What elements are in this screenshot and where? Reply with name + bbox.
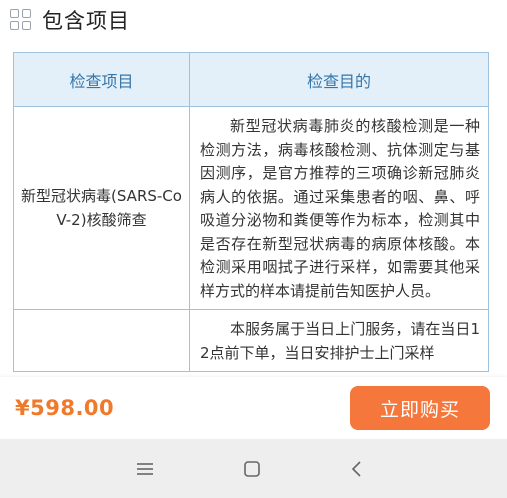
item-purpose: 新型冠状病毒肺炎的核酸检测是一种检测方法，病毒核酸检测、抗体测定与基因测序，是官… bbox=[189, 106, 489, 310]
system-nav-bar bbox=[0, 439, 507, 498]
items-table-container[interactable]: 检查项目 检查目的 新型冠状病毒(SARS-CoV-2)核酸筛查 新型冠状病毒肺… bbox=[13, 52, 491, 377]
table-header-row: 检查项目 检查目的 bbox=[13, 52, 489, 107]
buy-now-button[interactable]: 立即购买 bbox=[350, 386, 490, 430]
home-button[interactable] bbox=[222, 439, 282, 498]
purchase-bar: ¥598.00 立即购买 bbox=[0, 377, 507, 439]
section-title: 包含项目 bbox=[42, 9, 130, 33]
item-name: 新型冠状病毒(SARS-CoV-2)核酸筛查 bbox=[13, 106, 190, 310]
back-icon bbox=[351, 460, 361, 477]
back-button[interactable] bbox=[327, 439, 387, 498]
items-table: 检查项目 检查目的 新型冠状病毒(SARS-CoV-2)核酸筛查 新型冠状病毒肺… bbox=[13, 52, 489, 372]
price-label: ¥598.00 bbox=[15, 396, 115, 420]
column-header-purpose: 检查目的 bbox=[189, 52, 489, 107]
section-header: 包含项目 bbox=[0, 0, 507, 40]
item-purpose: 本服务属于当日上门服务，请在当日12点前下单，当日安排护士上门采样 bbox=[189, 309, 489, 372]
home-icon bbox=[244, 460, 260, 477]
menu-icon bbox=[137, 462, 153, 475]
grid-icon bbox=[10, 9, 32, 31]
table-row: 本服务属于当日上门服务，请在当日12点前下单，当日安排护士上门采样 bbox=[13, 309, 489, 372]
item-name bbox=[13, 309, 190, 372]
menu-button[interactable] bbox=[115, 439, 175, 498]
table-row: 新型冠状病毒(SARS-CoV-2)核酸筛查 新型冠状病毒肺炎的核酸检测是一种检… bbox=[13, 106, 489, 310]
column-header-item: 检查项目 bbox=[13, 52, 190, 107]
